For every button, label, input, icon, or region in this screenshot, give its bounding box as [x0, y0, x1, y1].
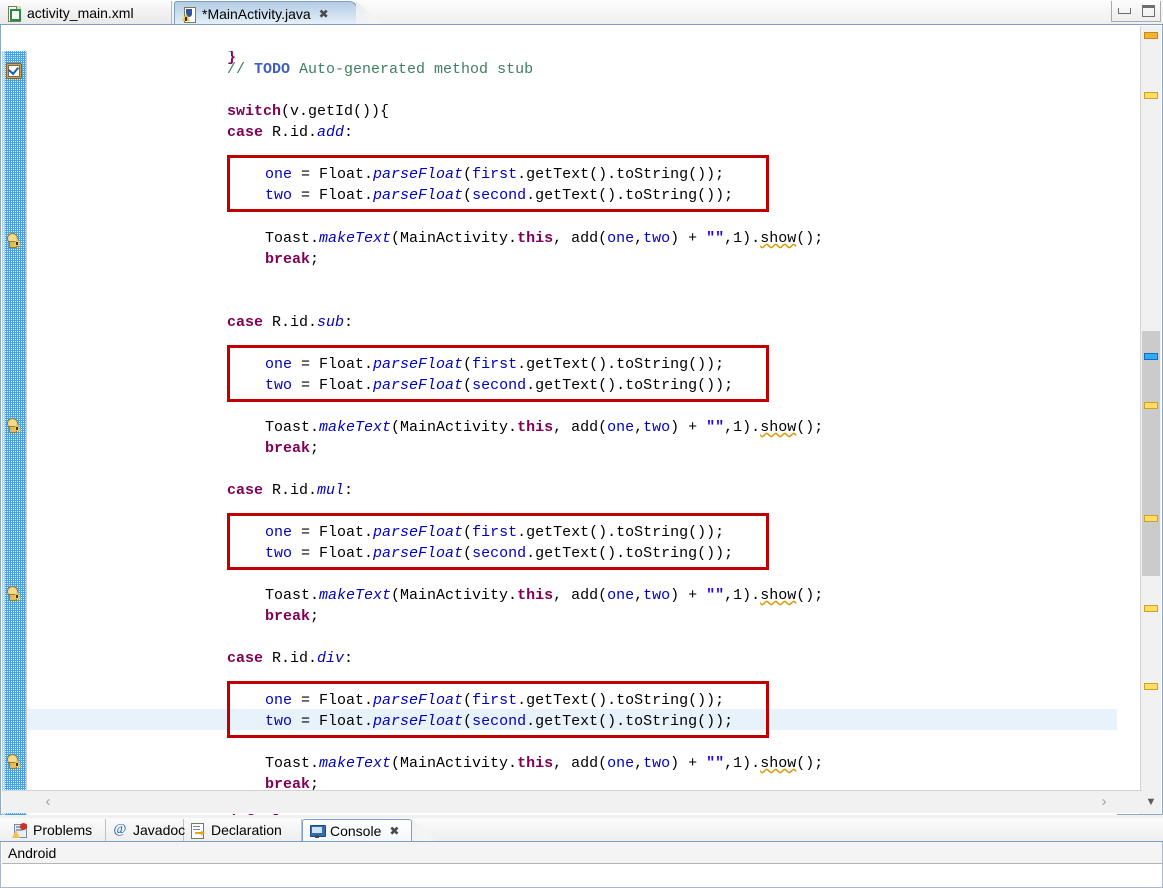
minimize-icon[interactable] [1117, 8, 1131, 14]
code-line: two = Float.parseFloat(second.getText().… [265, 377, 734, 394]
code-line: switch(v.getId()){ [227, 103, 390, 120]
close-icon[interactable]: ✖ [389, 825, 399, 837]
scroll-left-icon[interactable]: ‹ [40, 794, 56, 810]
view-tab-bar: Problems @ Javadoc Declaration Console ✖ [0, 818, 1163, 843]
close-icon[interactable]: ✖ [319, 8, 329, 20]
javadoc-at-icon: @ [113, 822, 127, 837]
eclipse-ide-window: activity_main.xml *MainActivity.java ✖}… [0, 0, 1163, 888]
ruler-marker-warning[interactable] [1144, 92, 1158, 99]
tab-problems[interactable]: Problems [6, 819, 106, 842]
code-line: one = Float.parseFloat(first.getText().t… [265, 166, 725, 183]
code-line: case R.id.add: [227, 124, 354, 141]
scroll-right-icon[interactable]: › [1096, 794, 1112, 810]
code-text-area[interactable]: }// TODO Auto-generated method stub switc… [27, 51, 1117, 815]
tab-javadoc[interactable]: @ Javadoc [106, 819, 186, 842]
gutter-edge [2, 51, 5, 815]
view-tab-label: Problems [33, 822, 93, 838]
console-title: Android [2, 842, 1162, 864]
console-panel: Android [0, 842, 1163, 888]
code-line: two = Float.parseFloat(second.getText().… [265, 187, 734, 204]
ruler-marker-info[interactable] [1144, 353, 1158, 360]
editor-tab-label: activity_main.xml [27, 4, 134, 21]
code-line: // TODO Auto-generated method stub [227, 61, 534, 78]
view-tab-label: Javadoc [133, 822, 186, 838]
code-line: break; [265, 608, 320, 625]
ruler-marker-warning[interactable] [1144, 402, 1158, 409]
tab-declaration[interactable]: Declaration [184, 819, 302, 842]
console-icon [309, 824, 326, 839]
editor-tab-bar: activity_main.xml *MainActivity.java ✖ [0, 0, 1163, 25]
java-file-warning-icon [182, 6, 197, 23]
warning-bulb-icon[interactable] [5, 586, 22, 601]
annotation-gutter[interactable] [2, 51, 27, 815]
code-line: two = Float.parseFloat(second.getText().… [265, 713, 734, 730]
ruler-marker-warning[interactable] [1144, 683, 1158, 690]
ruler-marker-warning[interactable] [1144, 515, 1158, 522]
code-line: Toast.makeText(MainActivity.this, add(on… [265, 587, 824, 604]
view-tab-label: Console [330, 823, 382, 839]
task-icon[interactable] [5, 63, 22, 79]
maximize-icon[interactable] [1141, 5, 1155, 17]
code-line: case R.id.div: [227, 650, 354, 667]
scrollbar-thumb[interactable] [1142, 331, 1160, 576]
code-line: Toast.makeText(MainActivity.this, add(on… [265, 755, 824, 772]
window-controls [1111, 1, 1161, 22]
code-line: Toast.makeText(MainActivity.this, add(on… [265, 419, 824, 436]
tab-console[interactable]: Console ✖ [302, 819, 412, 842]
code-line: break; [265, 440, 320, 457]
view-tab-label: Declaration [211, 822, 282, 838]
java-editor: }// TODO Auto-generated method stub switc… [0, 25, 1163, 815]
warning-bulb-icon[interactable] [5, 418, 22, 433]
problems-icon [12, 822, 28, 838]
code-line: one = Float.parseFloat(first.getText().t… [265, 356, 725, 373]
scroll-down-icon[interactable]: ▼ [1145, 796, 1157, 808]
code-line: two = Float.parseFloat(second.getText().… [265, 545, 734, 562]
ruler-marker-warning[interactable] [1144, 605, 1158, 612]
warning-bulb-icon[interactable] [5, 233, 22, 248]
tab-bar-curve [356, 1, 386, 25]
code-line: break; [265, 251, 320, 268]
code-line: one = Float.parseFloat(first.getText().t… [265, 524, 725, 541]
warning-bulb-icon[interactable] [5, 754, 22, 769]
code-line: Toast.makeText(MainActivity.this, add(on… [265, 230, 824, 247]
editor-tab-mainactivity-java[interactable]: *MainActivity.java ✖ [174, 1, 358, 25]
xml-file-icon [7, 5, 22, 22]
code-line: case R.id.mul: [227, 482, 354, 499]
declaration-icon [190, 822, 206, 839]
view-tab-curve [412, 819, 438, 843]
code-line: case R.id.sub: [227, 314, 354, 331]
editor-tab-activity-main-xml[interactable]: activity_main.xml [0, 1, 172, 25]
horizontal-scrollbar[interactable]: ‹ › [2, 790, 1142, 813]
editor-tab-label: *MainActivity.java [202, 5, 311, 22]
ruler-marker-warning[interactable] [1144, 32, 1158, 39]
bottom-view-area: Problems @ Javadoc Declaration Console ✖ [0, 818, 1163, 888]
overview-ruler[interactable]: ▲ ▼ [1140, 26, 1161, 814]
code-line: one = Float.parseFloat(first.getText().t… [265, 692, 725, 709]
